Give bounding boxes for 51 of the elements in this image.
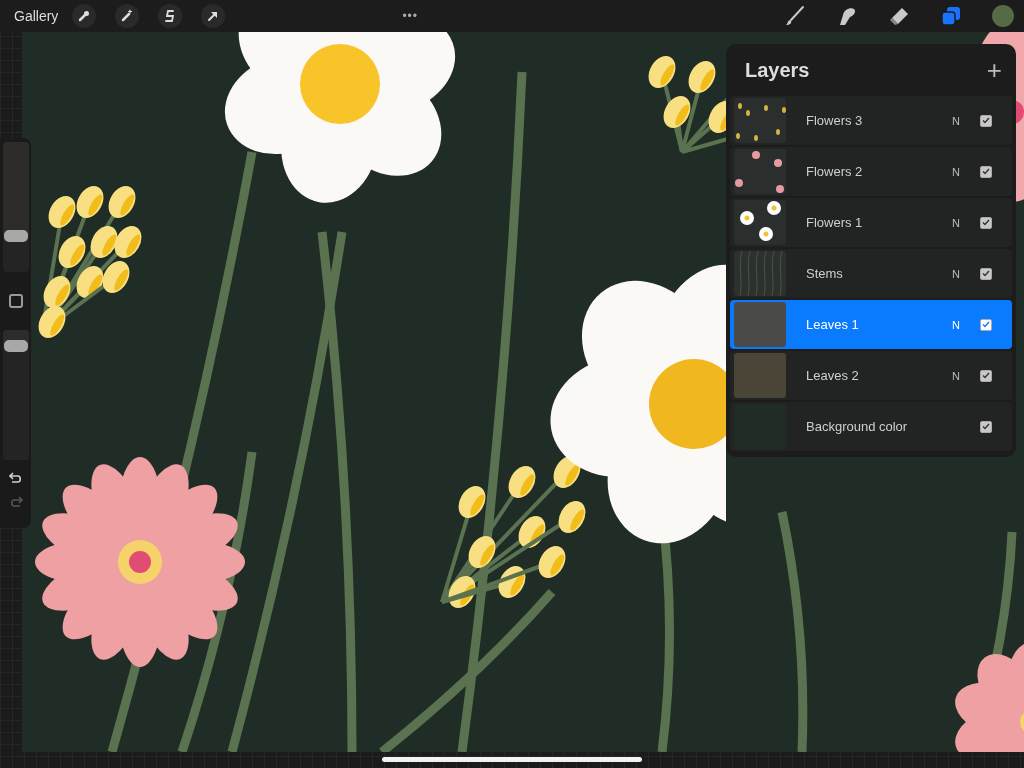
visibility-checkbox[interactable] (980, 267, 992, 280)
gallery-button[interactable]: Gallery (14, 8, 59, 24)
layer-row[interactable]: Background color (730, 402, 1012, 451)
opacity-slider[interactable] (2, 330, 29, 460)
layer-row[interactable]: Flowers 3 N (730, 96, 1012, 145)
layer-thumbnail (734, 98, 786, 143)
layer-name: Stems (806, 266, 844, 281)
toolbar-button[interactable] (201, 4, 226, 28)
layer-thumbnail (734, 251, 786, 296)
brush-size-slider[interactable] (2, 142, 29, 272)
brush-icon (784, 5, 806, 27)
layer-name: Leaves 2 (806, 368, 860, 383)
toolbar-button[interactable] (158, 4, 183, 28)
more-dots[interactable]: ••• (402, 9, 418, 23)
visibility-checkbox[interactable] (980, 216, 992, 229)
blend-mode-button[interactable]: N (952, 318, 960, 331)
layer-name: Leaves 1 (806, 317, 860, 332)
undo-button[interactable] (8, 472, 23, 484)
layer-name: Background color (806, 419, 909, 434)
visibility-checkbox[interactable] (980, 420, 992, 433)
layer-row[interactable]: Leaves 1 N (730, 300, 1012, 349)
color-swatch[interactable] (992, 5, 1014, 27)
slider-thumb[interactable] (3, 339, 28, 352)
blend-mode-button[interactable]: N (952, 114, 960, 127)
layer-row[interactable]: Leaves 2 N (730, 351, 1012, 400)
blend-mode-button[interactable]: N (952, 216, 960, 229)
toolbar-button[interactable] (115, 4, 140, 28)
wrench-icon (77, 9, 92, 23)
layer-thumbnail (734, 200, 786, 245)
layer-thumbnail (734, 149, 786, 194)
panel-title: Layers (745, 58, 810, 82)
magic-wand-icon (120, 9, 135, 23)
layer-row[interactable]: Stems N (730, 249, 1012, 298)
blend-mode-button[interactable]: N (952, 369, 960, 382)
eraser-icon (888, 5, 910, 27)
layer-name: Flowers 2 (806, 164, 864, 179)
visibility-checkbox[interactable] (980, 114, 992, 127)
layer-name: Flowers 1 (806, 215, 864, 230)
layer-row[interactable]: Flowers 1 N (730, 198, 1012, 247)
layers-icon (940, 5, 962, 27)
visibility-checkbox[interactable] (980, 165, 992, 178)
blend-mode-button[interactable]: N (952, 267, 960, 280)
visibility-checkbox[interactable] (980, 369, 992, 382)
layer-name: Flowers 3 (806, 113, 864, 128)
add-layer-button[interactable]: + (986, 54, 1002, 86)
slider-thumb[interactable] (3, 229, 28, 242)
modify-button[interactable] (8, 294, 23, 308)
visibility-checkbox[interactable] (980, 318, 992, 331)
layer-row[interactable]: Flowers 2 N (730, 147, 1012, 196)
toolbar-button[interactable] (72, 4, 97, 28)
blend-mode-button[interactable]: N (952, 165, 960, 178)
